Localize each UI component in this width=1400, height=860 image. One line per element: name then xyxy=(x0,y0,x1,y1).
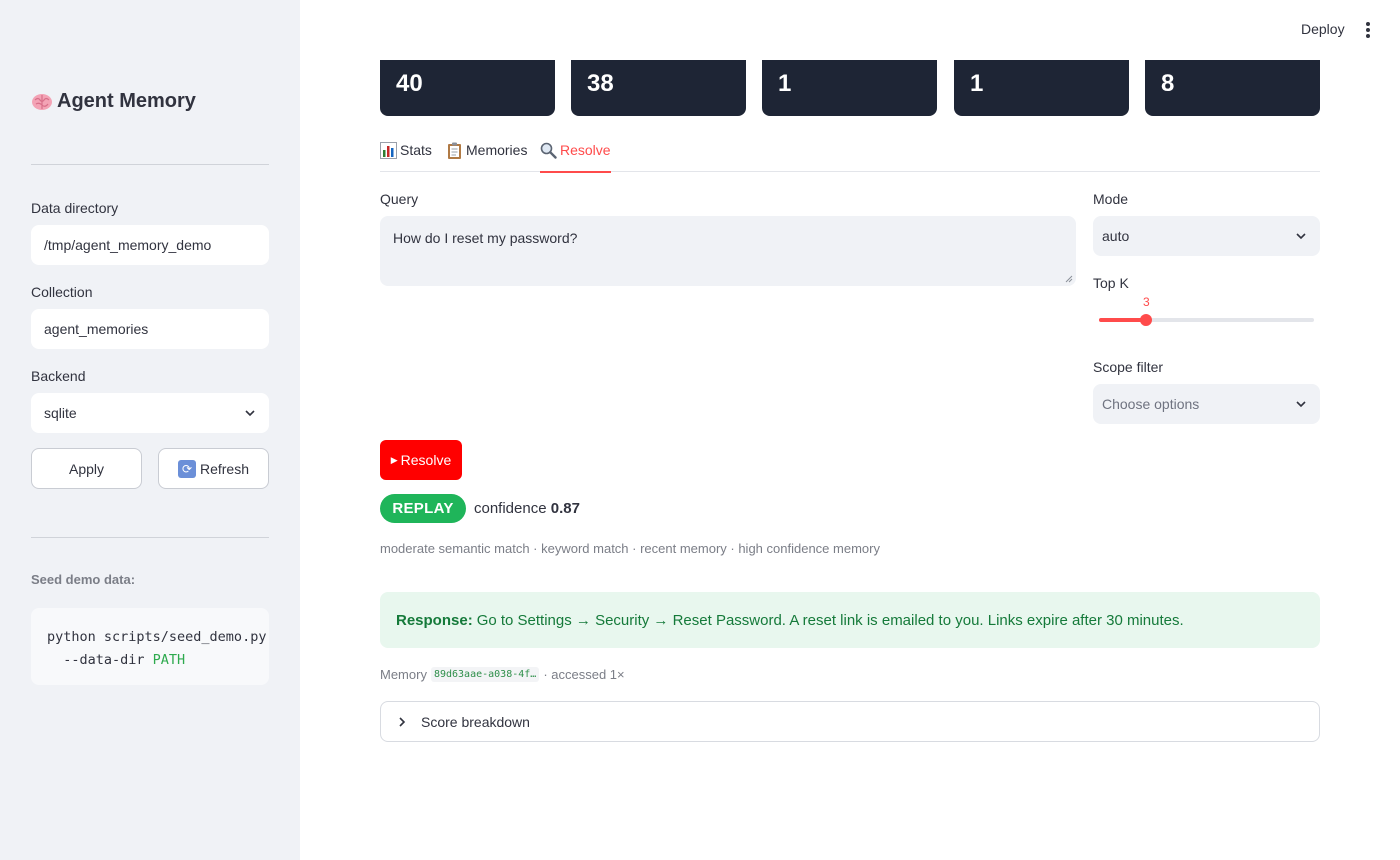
match-reasons: moderate semantic match · keyword match … xyxy=(380,541,880,556)
collection-label: Collection xyxy=(31,284,93,300)
sidebar-divider xyxy=(31,537,269,538)
memory-info: Memory 89d63aae-a038-4f… · accessed 1× xyxy=(380,667,625,682)
confidence-readout: confidence 0.87 xyxy=(474,500,580,517)
tab-resolve-label: Resolve xyxy=(560,142,611,158)
score-breakdown-expander[interactable]: Score breakdown xyxy=(380,701,1320,742)
resolve-button[interactable]: ▶ Resolve xyxy=(380,440,462,480)
seed-demo-label: Seed demo data: xyxy=(31,572,136,587)
backend-select[interactable]: sqlite xyxy=(31,393,269,433)
memory-id: 89d63aae-a038-4f… xyxy=(430,667,540,682)
scope-filter-placeholder: Choose options xyxy=(1102,396,1200,412)
top-k-slider-thumb[interactable] xyxy=(1140,314,1153,326)
scope-filter-label: Scope filter xyxy=(1093,359,1164,375)
sidebar: Agent Memory Data directory /tmp/agent_m… xyxy=(0,0,300,860)
more-options-icon[interactable] xyxy=(1363,20,1373,40)
apply-button-label: Apply xyxy=(68,460,105,477)
confidence-value: 0.87 xyxy=(550,500,580,517)
refresh-icon: ⟳ xyxy=(177,459,196,478)
replay-badge: REPLAY xyxy=(380,494,466,523)
response-text: Go to Settings → Security → Reset Passwo… xyxy=(476,611,1184,629)
top-k-slider-fill xyxy=(1099,318,1147,322)
refresh-button-label: Refresh xyxy=(199,460,250,477)
query-textarea[interactable]: How do I reset my password? xyxy=(380,216,1076,286)
memory-label: Memory xyxy=(380,667,427,682)
refresh-button[interactable]: ⟳ Refresh xyxy=(158,448,269,489)
seed-command-code: python scripts/seed_demo.py --data-dir P… xyxy=(31,608,269,685)
chevron-down-icon xyxy=(245,410,255,417)
top-k-value: 3 xyxy=(1142,295,1150,309)
chevron-right-icon xyxy=(399,716,406,727)
metric-card: 8 xyxy=(1145,60,1320,116)
chevron-down-icon xyxy=(1296,401,1306,408)
bar-chart-icon xyxy=(380,142,397,159)
magnifier-icon xyxy=(540,142,557,159)
code-line-2-prefix: --data-dir xyxy=(47,652,153,668)
query-text: How do I reset my password? xyxy=(393,230,578,246)
tab-memories-label: Memories xyxy=(466,142,528,158)
metric-card: 1 xyxy=(954,60,1129,116)
response-label: Response: xyxy=(396,611,473,629)
sidebar-title-text: Agent Memory xyxy=(57,90,196,112)
tab-bar: Stats Memories Resolve xyxy=(380,140,1320,173)
tab-resolve[interactable]: Resolve xyxy=(540,140,611,173)
deploy-button[interactable]: Deploy xyxy=(1301,21,1345,37)
metric-card: 40 xyxy=(380,60,555,116)
backend-select-value: sqlite xyxy=(44,405,77,421)
sidebar-title: Agent Memory xyxy=(31,90,196,113)
mode-select[interactable]: auto xyxy=(1093,216,1320,256)
response-box: Response: Go to Settings → Security → Re… xyxy=(380,592,1320,648)
brain-icon xyxy=(32,93,52,110)
resolve-button-label: Resolve xyxy=(400,452,452,468)
metric-card: 38 xyxy=(571,60,746,116)
tab-stats-label: Stats xyxy=(400,142,432,158)
resize-grip-icon[interactable] xyxy=(1065,275,1073,283)
code-line-1: python scripts/seed_demo.py xyxy=(47,629,267,645)
scope-filter-multiselect[interactable]: Choose options xyxy=(1093,384,1320,424)
mode-label: Mode xyxy=(1093,191,1129,207)
top-k-label: Top K xyxy=(1093,275,1129,291)
play-icon: ▶ xyxy=(390,454,398,465)
apply-button[interactable]: Apply xyxy=(31,448,142,489)
memory-accessed: · accessed 1× xyxy=(543,667,625,682)
data-directory-label: Data directory xyxy=(31,200,119,216)
chevron-down-icon xyxy=(1296,233,1306,240)
tab-stats[interactable]: Stats xyxy=(380,140,432,172)
sidebar-divider xyxy=(31,164,269,165)
code-line-2-arg: PATH xyxy=(152,652,186,668)
metric-card: 1 xyxy=(762,60,937,116)
query-label: Query xyxy=(380,191,419,207)
confidence-label: confidence xyxy=(474,500,547,517)
mode-select-value: auto xyxy=(1102,228,1130,244)
clipboard-icon xyxy=(448,142,461,159)
top-k-slider[interactable] xyxy=(1099,314,1314,326)
data-directory-input[interactable]: /tmp/agent_memory_demo xyxy=(31,225,269,265)
collection-input[interactable]: agent_memories xyxy=(31,309,269,349)
tab-memories[interactable]: Memories xyxy=(446,140,527,172)
score-breakdown-label: Score breakdown xyxy=(421,713,530,730)
backend-label: Backend xyxy=(31,368,86,384)
